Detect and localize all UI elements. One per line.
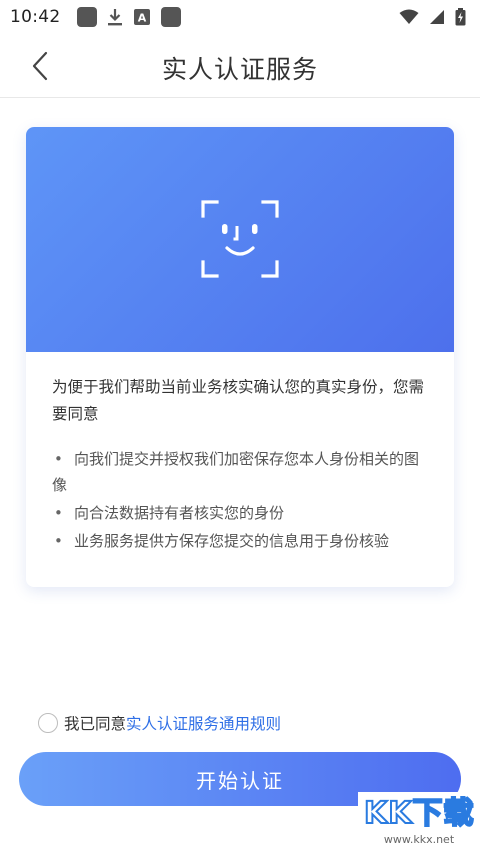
list-item-text: 向我们提交并授权我们加密保存您本人身份相关的图像 — [52, 450, 420, 494]
system-icons — [389, 8, 466, 26]
wifi-icon — [399, 9, 419, 25]
consent-list: • 向我们提交并授权我们加密保存您本人身份相关的图像 • 向合法数据持有者核实您的身… — [52, 446, 426, 554]
info-card: 为便于我们帮助当前业务核实确认您的真实身份，您需要同意 • 向我们提交并授权我们加… — [26, 127, 454, 587]
status-bar: 10:42 A — [0, 0, 480, 34]
agreement-row: 我已同意 实人认证服务通用规则 — [38, 712, 281, 734]
bullet-dot-icon: • — [54, 532, 63, 550]
header: 实人认证服务 — [0, 34, 480, 98]
signal-icon — [429, 9, 445, 25]
list-item-text: 向合法数据持有者核实您的身份 — [74, 504, 285, 522]
bullet-dot-icon: • — [54, 504, 63, 522]
list-item: • 向我们提交并授权我们加密保存您本人身份相关的图像 — [52, 446, 426, 498]
watermark-url: www.kkx.net — [383, 833, 455, 846]
intro-text: 为便于我们帮助当前业务核实确认您的真实身份，您需要同意 — [52, 378, 425, 423]
watermark-logo: KK下载 — [363, 795, 475, 832]
app-square-icon — [76, 7, 97, 27]
agree-checkbox[interactable] — [38, 713, 58, 733]
download-icon — [107, 8, 123, 26]
status-time: 10:42 — [10, 7, 61, 27]
notification-icons: A — [76, 7, 191, 27]
app-square-icon — [160, 7, 181, 27]
screen: 10:42 A 实人认证服务 为便于我们帮助当前业务核实确认您的真实身份，您需要… — [0, 0, 480, 853]
list-item: • 向合法数据持有者核实您的身份 — [52, 500, 426, 526]
list-item-text: 业务服务提供方保存您提交的信息用于身份核验 — [74, 532, 390, 550]
face-scan-icon — [201, 200, 279, 278]
card-banner — [26, 127, 454, 352]
svg-text:A: A — [137, 12, 146, 25]
list-item: • 业务服务提供方保存您提交的信息用于身份核验 — [52, 528, 426, 554]
card-body: 为便于我们帮助当前业务核实确认您的真实身份，您需要同意 • 向我们提交并授权我们加… — [26, 352, 454, 556]
bullet-dot-icon: • — [54, 450, 63, 468]
agreement-rules-link[interactable]: 实人认证服务通用规则 — [126, 712, 281, 734]
agreement-text: 我已同意 — [64, 715, 127, 733]
page-title: 实人认证服务 — [161, 55, 318, 84]
watermark: KK下载 www.kkx.net — [358, 792, 480, 853]
a-notification-icon: A — [133, 8, 151, 26]
battery-charging-icon — [455, 8, 466, 26]
